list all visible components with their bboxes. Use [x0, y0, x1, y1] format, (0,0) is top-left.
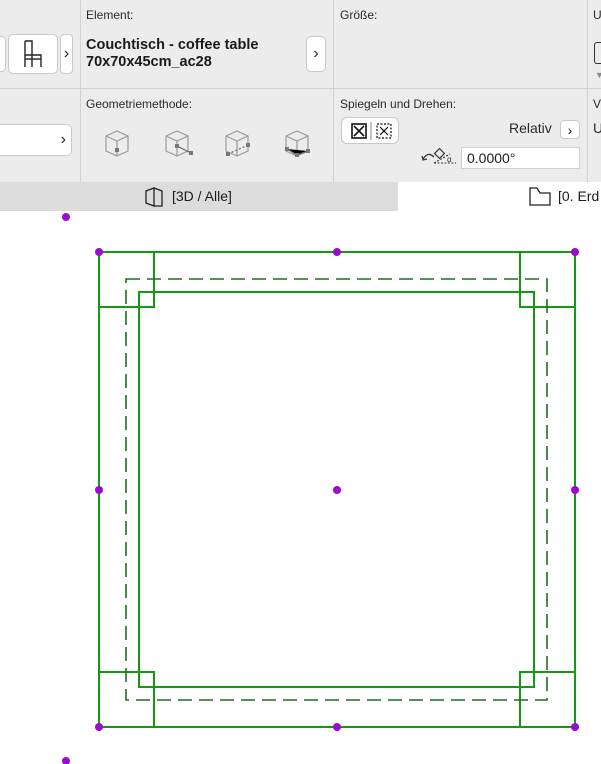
hotspot[interactable] [62, 757, 70, 764]
svg-text:α: α [447, 155, 452, 164]
truncated-button[interactable] [0, 36, 6, 72]
separator [333, 89, 334, 182]
hotspot[interactable] [62, 213, 70, 221]
element-name-line-1: Couchtisch - coffee table [86, 37, 259, 53]
hotspot[interactable] [95, 248, 103, 256]
hotspot[interactable] [571, 486, 579, 494]
toolbar-row-1: › Element: Couchtisch - coffee table 70x… [0, 0, 601, 89]
leg-corner [138, 671, 155, 688]
mirror-icon [351, 121, 392, 140]
chevron-right-icon: › [63, 45, 70, 62]
favorites-expand-button[interactable]: › [60, 34, 73, 74]
chevron-right-icon: › [60, 131, 66, 148]
rotate-angle-icon: α [421, 147, 456, 164]
favorites-button[interactable] [8, 34, 58, 74]
cut-value-2: U [593, 120, 601, 136]
layer-dropdown[interactable]: › [0, 124, 72, 156]
floor-plan-canvas[interactable] [0, 211, 601, 764]
view-3d-icon [145, 187, 163, 207]
tab-3d-all[interactable]: [3D / Alle] [0, 182, 398, 211]
chevron-right-icon: › [313, 45, 319, 62]
cut-label-2: V [593, 97, 601, 111]
hotspot[interactable] [95, 723, 103, 731]
geometry-box-icon[interactable] [284, 129, 312, 159]
element-label: Element: [86, 8, 134, 22]
cut-plane-icon[interactable] [594, 42, 601, 64]
separator [587, 89, 588, 182]
chevron-down-icon: ▼ [595, 70, 601, 80]
toolbar-row-2: › Geometriemethode: Spiegeln und Drehen: [0, 89, 601, 183]
leg-corner [519, 291, 535, 308]
geometry-box-icon[interactable] [164, 129, 194, 159]
leg-corner [138, 291, 155, 308]
separator [333, 0, 334, 88]
tab-floor-plan-label: [0. Erd [558, 188, 600, 204]
hotspot[interactable] [333, 248, 341, 256]
floor-plan-icon [529, 187, 551, 206]
chevron-right-icon: › [567, 121, 573, 138]
mirror-rotate-label: Spiegeln und Drehen: [340, 97, 457, 111]
leg-corner [519, 671, 535, 688]
element-name-line-2: 70x70x45cm_ac28 [86, 54, 212, 70]
geometry-method-label: Geometriemethode: [86, 97, 193, 111]
hotspot[interactable] [571, 723, 579, 731]
tab-3d-all-label: [3D / Alle] [172, 188, 232, 204]
element-settings-button[interactable]: › [306, 36, 326, 72]
chair-icon [24, 40, 42, 67]
tab-floor-plan[interactable]: [0. Erd [398, 182, 601, 211]
rotation-angle-input[interactable]: 0.0000° [461, 147, 580, 169]
size-label: Größe: [340, 8, 378, 22]
mirror-toggle-group[interactable] [341, 117, 399, 144]
hotspot[interactable] [95, 486, 103, 494]
separator [587, 0, 588, 88]
element-name: Couchtisch - coffee table 70x70x45cm_ac2… [86, 37, 258, 71]
cut-label: U [593, 8, 601, 22]
separator [80, 89, 81, 182]
geometry-box-icon[interactable] [224, 129, 254, 159]
info-box-toolbar: › Element: Couchtisch - coffee table 70x… [0, 0, 601, 183]
geometry-box-icon[interactable] [104, 129, 130, 159]
separator [80, 0, 81, 88]
relative-options-button[interactable]: › [560, 120, 580, 139]
hotspot[interactable] [333, 486, 341, 494]
hotspot[interactable] [333, 723, 341, 731]
relative-label: Relativ [509, 120, 552, 136]
hotspot[interactable] [571, 248, 579, 256]
